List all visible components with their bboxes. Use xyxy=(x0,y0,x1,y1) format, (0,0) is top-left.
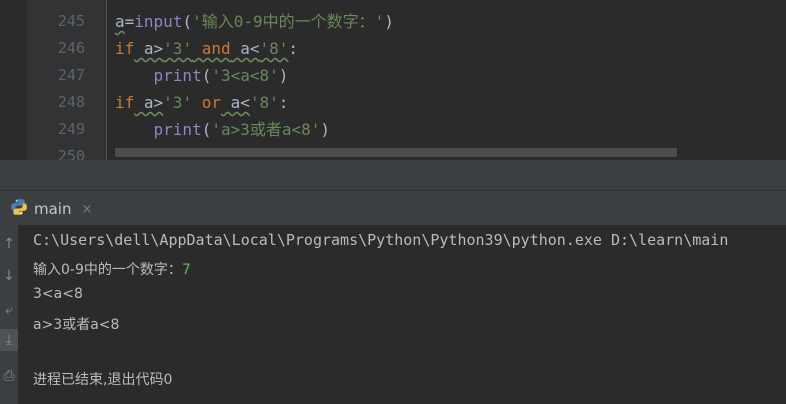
code-token: 'a>3或者a<8' xyxy=(211,120,321,139)
code-line-248[interactable]: if a>'3' or a<'8': xyxy=(115,89,288,116)
code-token: a< xyxy=(220,93,250,112)
python-icon xyxy=(10,198,28,220)
run-tool-window-header: main × xyxy=(0,190,786,225)
code-token: a< xyxy=(230,39,260,58)
code-token: if xyxy=(115,93,135,112)
code-token: ( xyxy=(201,120,212,139)
run-console[interactable]: C:\Users\dell\AppData\Local\Programs\Pyt… xyxy=(0,225,786,404)
code-token: a> xyxy=(134,93,164,112)
panel-splitter[interactable] xyxy=(0,160,786,190)
console-prompt-line: 输入0-9中的一个数字：7 xyxy=(33,259,191,279)
code-token: or xyxy=(192,93,221,112)
console-user-input: 7 xyxy=(181,262,191,278)
code-token: '3' xyxy=(163,39,193,58)
code-token: and xyxy=(192,39,231,58)
code-line-245[interactable]: a=input('输入0-9中的一个数字：') xyxy=(115,8,394,35)
code-token: input xyxy=(134,12,183,31)
console-prompt: 输入0-9中的一个数字： xyxy=(33,262,182,278)
code-token: ( xyxy=(201,66,212,85)
code-token: if xyxy=(115,39,135,58)
code-token: ) xyxy=(384,12,394,31)
print-icon[interactable]: ⎙ xyxy=(0,365,18,387)
gutter-divider xyxy=(106,0,107,160)
editor-left-strip xyxy=(0,0,27,160)
run-tab-label: main xyxy=(34,200,72,218)
code-token: '输入0-9中的一个数字：' xyxy=(192,12,385,31)
code-token: print xyxy=(153,120,202,139)
line-number: 245 xyxy=(57,12,85,30)
soft-wrap-icon[interactable]: ⤶ xyxy=(0,299,18,321)
line-number: 250 xyxy=(57,147,85,160)
code-line-247[interactable]: print('3<a<8') xyxy=(115,62,289,89)
horizontal-scrollbar[interactable] xyxy=(115,148,677,157)
code-token: : xyxy=(288,39,299,58)
code-token: a> xyxy=(134,39,164,58)
console-output-line: a>3或者a<8 xyxy=(33,317,120,333)
console-exit-message: 进程已结束,退出代码0 xyxy=(33,372,173,388)
code-token: '8' xyxy=(249,93,279,112)
code-token: ) xyxy=(320,120,331,139)
run-tab-main[interactable]: main × xyxy=(10,197,92,221)
console-command-line: C:\Users\dell\AppData\Local\Programs\Pyt… xyxy=(33,231,729,249)
console-output-line: 3<a<8 xyxy=(33,286,83,302)
code-token: '3<a<8' xyxy=(211,66,279,85)
code-editor[interactable]: 245 246 247 248 249 250 a=input('输入0-9中的… xyxy=(0,0,786,160)
line-number: 248 xyxy=(57,93,85,111)
line-number: 246 xyxy=(57,39,85,57)
line-number-gutter: 245 246 247 248 249 250 xyxy=(27,0,106,160)
close-icon[interactable]: × xyxy=(81,202,92,217)
code-line-246[interactable]: if a>'3' and a<'8': xyxy=(115,35,298,62)
code-token: '8' xyxy=(259,39,289,58)
code-token: ( xyxy=(182,12,193,31)
code-token: '3' xyxy=(163,93,193,112)
scroll-to-end-icon[interactable]: ⤓ xyxy=(0,329,18,351)
up-arrow-icon[interactable]: ↑ xyxy=(0,233,18,255)
down-arrow-icon[interactable]: ↓ xyxy=(0,265,18,287)
code-token: : xyxy=(278,93,289,112)
line-number: 249 xyxy=(57,120,85,138)
line-number: 247 xyxy=(57,66,85,84)
code-token: = xyxy=(124,12,135,31)
code-token: print xyxy=(153,66,202,85)
code-token: a xyxy=(115,12,125,31)
code-line-249[interactable]: print('a>3或者a<8') xyxy=(115,116,331,143)
code-token: ) xyxy=(278,66,289,85)
console-toolbar: ↑ ↓ ⤶ ⤓ ⎙ xyxy=(0,225,18,404)
